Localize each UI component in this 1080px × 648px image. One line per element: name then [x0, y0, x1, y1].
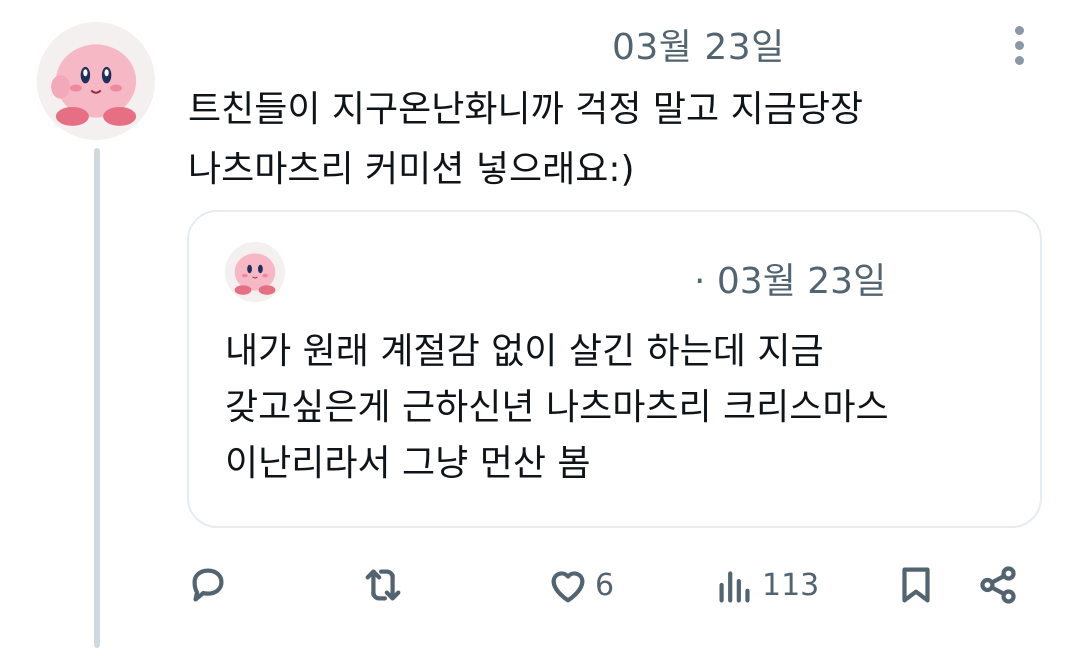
action-bar: 6 113 [0, 555, 1080, 615]
quoted-avatar[interactable] [225, 242, 285, 302]
quoted-text-line: 이난리라서 그냥 먼산 봄 [225, 443, 591, 484]
kirby-avatar-image [225, 242, 285, 302]
quoted-text-line: 갖고싶은게 근하신년 나츠마츠리 크리스마스 [225, 387, 889, 428]
retweet-button[interactable] [360, 555, 406, 615]
more-options-icon[interactable] [1000, 20, 1040, 70]
quoted-text-line: 내가 원래 계절감 없이 살긴 하는데 지금 [225, 331, 824, 372]
views-count: 113 [762, 567, 820, 603]
bookmark-icon [902, 567, 930, 603]
quoted-tweet-card[interactable]: · 03월 23일 내가 원래 계절감 없이 살긴 하는데 지금 갖고싶은게 근… [187, 210, 1042, 528]
tweet-text-line: 트친들이 지구온난화니까 걱정 말고 지금당장 [188, 89, 864, 130]
retweet-icon [365, 569, 401, 601]
kirby-avatar-image [37, 22, 155, 140]
reply-button[interactable] [185, 555, 231, 615]
tweet-text-line: 나츠마츠리 커미션 넣으래요:) [188, 149, 635, 190]
quoted-tweet-text: 내가 원래 계절감 없이 살긴 하는데 지금 갖고싶은게 근하신년 나츠마츠리 … [225, 324, 1025, 492]
dot [1015, 41, 1024, 50]
dot [1015, 56, 1024, 65]
like-button[interactable]: 6 [545, 555, 614, 615]
quoted-tweet-date[interactable]: · 03월 23일 [694, 252, 886, 304]
avatar[interactable] [37, 22, 155, 140]
views-button[interactable]: 113 [712, 555, 819, 615]
views-bar-chart-icon [719, 571, 750, 603]
share-button[interactable] [975, 555, 1021, 615]
heart-icon [551, 571, 585, 603]
like-count: 6 [595, 567, 615, 603]
tweet-date[interactable]: 03월 23일 [612, 18, 785, 70]
share-icon [980, 566, 1016, 604]
reply-icon [192, 568, 224, 602]
bookmark-button[interactable] [893, 555, 939, 615]
dot [1015, 26, 1024, 35]
tweet-text: 트친들이 지구온난화니까 걱정 말고 지금당장 나츠마츠리 커미션 넣으래요:) [188, 80, 1048, 200]
